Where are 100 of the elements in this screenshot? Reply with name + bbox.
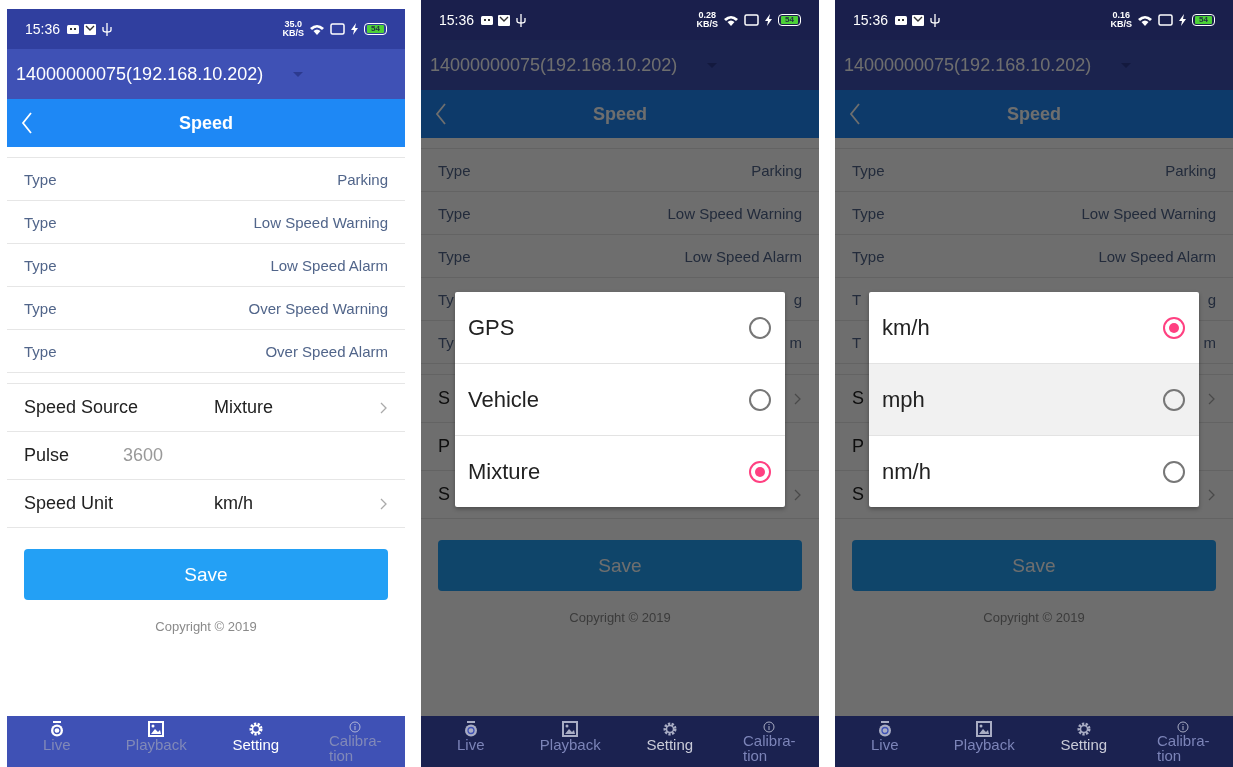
device-selector[interactable]: 14000000075(192.168.10.202) (835, 40, 1233, 90)
device-name: 14000000075(192.168.10.202) (430, 54, 678, 76)
list-row[interactable]: Type Parking (421, 149, 819, 192)
battery-icon: 54 (364, 23, 387, 35)
device-selector[interactable]: 14000000075(192.168.10.202) (421, 40, 819, 90)
nav-tab[interactable]: Playback (934, 716, 1034, 767)
bolt-icon (1178, 14, 1188, 26)
row-label: T (852, 333, 862, 351)
row-value: m (1203, 333, 1216, 351)
setting-label: P (852, 436, 864, 457)
option-label: mph (882, 386, 925, 413)
nav-tab[interactable]: Setting (620, 716, 720, 767)
radio-button[interactable] (749, 388, 771, 411)
network-speed: 35.0 KB/S (282, 20, 305, 38)
radio-button[interactable] (1163, 388, 1185, 411)
row-label: Type (852, 247, 885, 265)
list-row[interactable]: Type Low Speed Alarm (7, 244, 405, 287)
nav-tab[interactable]: Live (421, 716, 521, 767)
setting-row[interactable]: Speed Source Mixture (7, 384, 405, 432)
setting-label: S (852, 388, 864, 409)
status-time: 15:36 (853, 12, 889, 28)
status-time: 15:36 (25, 21, 61, 37)
bolt-icon (350, 23, 360, 35)
page-title: Speed (178, 112, 234, 134)
list-row[interactable]: Type Low Speed Alarm (421, 235, 819, 278)
dialog-option[interactable]: nm/h (869, 436, 1199, 507)
list-row[interactable]: Type Parking (835, 149, 1233, 192)
option-label: nm/h (882, 458, 931, 485)
row-value: m (789, 333, 802, 351)
row-value: Low Speed Warning (253, 213, 388, 231)
page-title: Speed (592, 103, 648, 125)
nav-tab[interactable]: Calibra- tion (719, 716, 819, 767)
row-label: Type (24, 170, 57, 188)
chevron-right-icon (1208, 392, 1216, 405)
settings-icon (661, 721, 678, 737)
nav-tab[interactable]: Setting (206, 716, 306, 767)
setting-label: S (438, 484, 450, 505)
chevron-right-icon (794, 392, 802, 405)
chevron-right-icon (380, 401, 388, 414)
setting-label: Speed Source (24, 397, 139, 418)
device-selector[interactable]: 14000000075(192.168.10.202) (7, 49, 405, 99)
radio-button[interactable] (749, 460, 771, 483)
dialog-option[interactable]: Mixture (455, 436, 785, 507)
info-icon (763, 721, 776, 733)
list-row[interactable]: Type Over Speed Alarm (7, 330, 405, 373)
battery-icon: 54 (778, 14, 801, 26)
row-label: Type (24, 342, 57, 360)
mail-icon (912, 14, 925, 26)
dialog-option[interactable]: Vehicle (455, 364, 785, 436)
list-row[interactable]: Type Over Speed Warning (7, 287, 405, 330)
list-row[interactable]: Type Low Speed Alarm (835, 235, 1233, 278)
usb-icon (929, 13, 942, 27)
screen-icon (744, 14, 760, 26)
row-label: Ty (438, 333, 454, 351)
row-value: g (793, 290, 802, 308)
setting-row[interactable]: Speed Unit km/h (7, 480, 405, 528)
list-row[interactable]: Type Low Speed Warning (421, 192, 819, 235)
mail-icon (498, 14, 511, 26)
list-row[interactable]: Type Low Speed Warning (7, 201, 405, 244)
radio-button[interactable] (1163, 316, 1185, 339)
screen-icon (1158, 14, 1174, 26)
back-icon (435, 103, 447, 125)
save-button[interactable]: Save (24, 549, 388, 600)
status-time: 15:36 (439, 12, 475, 28)
robot-icon (481, 14, 494, 26)
screen-icon (330, 23, 346, 35)
list-row[interactable]: Type Low Speed Warning (835, 192, 1233, 235)
pulse-input-field[interactable]: 3600 (123, 445, 273, 466)
back-icon (21, 112, 33, 134)
setting-value: km/h (214, 493, 253, 514)
info-icon (1177, 721, 1190, 733)
radio-button[interactable] (1163, 460, 1185, 483)
setting-label: S (852, 484, 864, 505)
camera-icon (876, 721, 893, 737)
nav-tab[interactable]: Playback (520, 716, 620, 767)
network-speed: 0.16 KB/S (1110, 11, 1133, 29)
radio-button[interactable] (749, 316, 771, 339)
dialog-option[interactable]: GPS (455, 292, 785, 364)
nav-tab[interactable]: Setting (1034, 716, 1134, 767)
battery-icon: 54 (1192, 14, 1215, 26)
row-label: Type (24, 213, 57, 231)
dialog-option[interactable]: mph (869, 364, 1199, 436)
chevron-right-icon (1208, 488, 1216, 501)
robot-icon (67, 23, 80, 35)
option-label: Mixture (468, 458, 541, 485)
usb-icon (101, 22, 114, 36)
setting-value: Mixture (214, 397, 273, 418)
nav-tab[interactable]: Calibra- tion (1133, 716, 1233, 767)
option-label: km/h (882, 314, 930, 341)
robot-icon (895, 14, 908, 26)
nav-tab[interactable]: Live (835, 716, 935, 767)
row-value: Parking (337, 170, 388, 188)
device-name: 14000000075(192.168.10.202) (844, 54, 1092, 76)
row-label: Ty (438, 290, 454, 308)
row-label: Type (438, 247, 471, 265)
list-row[interactable]: Type Parking (7, 158, 405, 201)
row-value: g (1207, 290, 1216, 308)
device-name: 14000000075(192.168.10.202) (16, 63, 264, 85)
dropdown-caret-icon (293, 71, 304, 77)
settings-icon (247, 721, 264, 737)
